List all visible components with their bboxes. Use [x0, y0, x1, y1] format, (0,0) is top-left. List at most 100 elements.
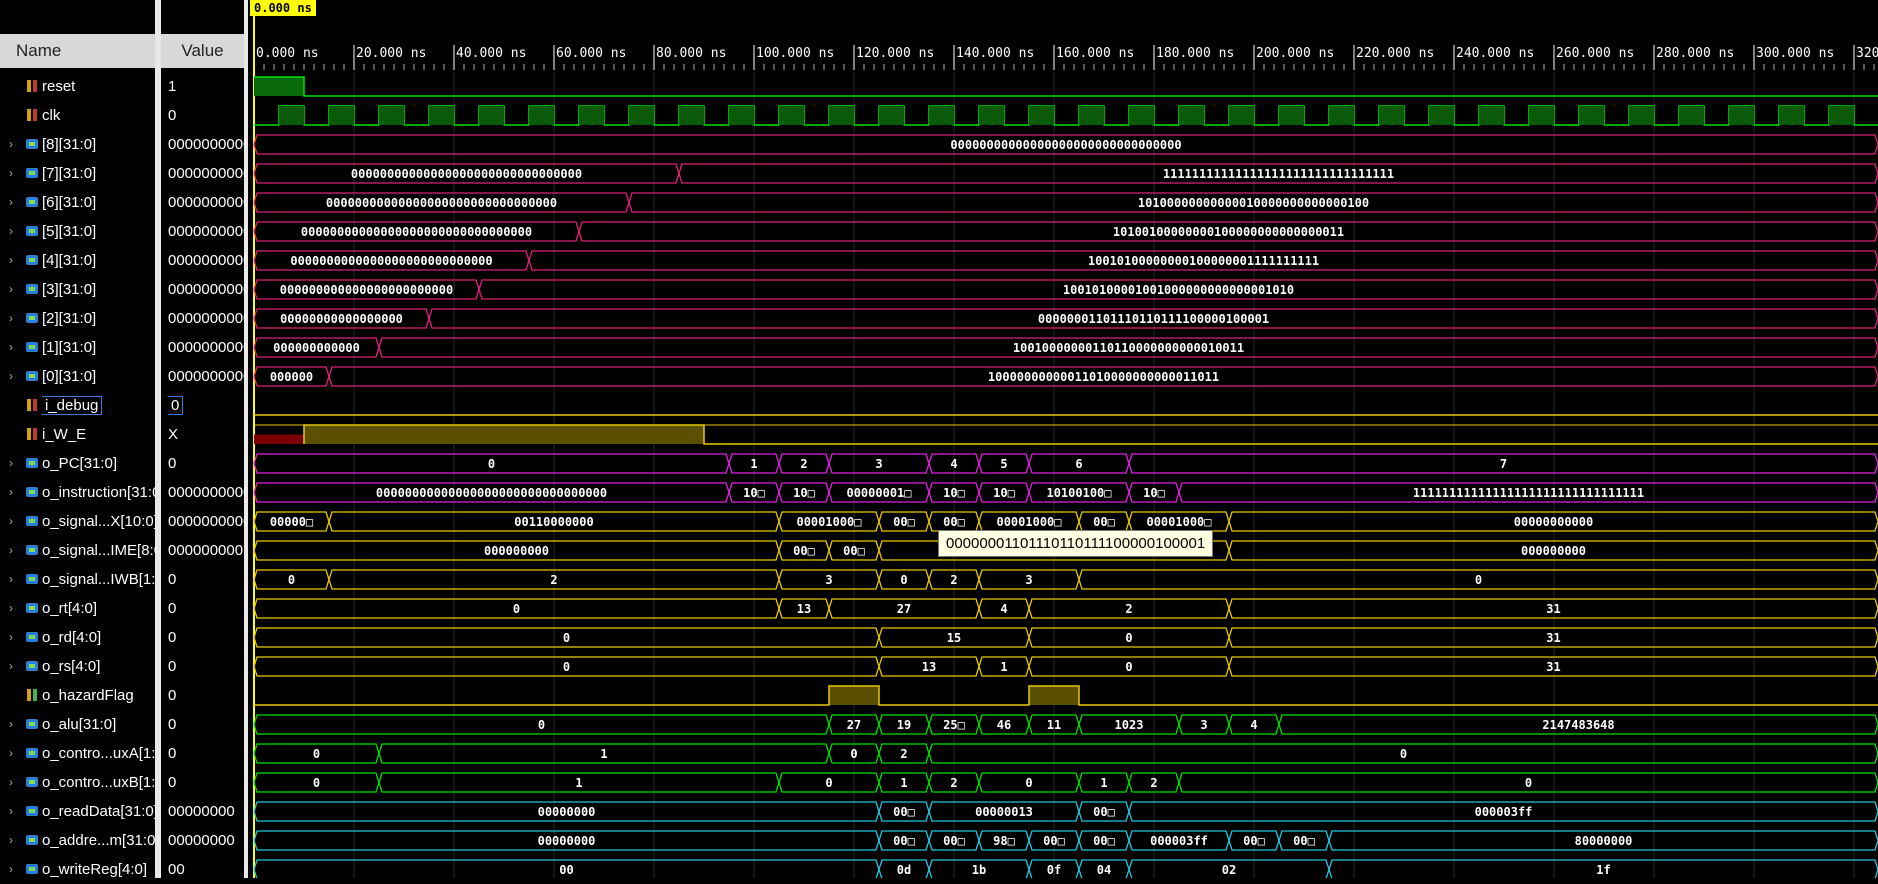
signal-row[interactable]: › o_PC[31:0] 0: [0, 449, 248, 478]
expand-chevron-icon[interactable]: ›: [9, 275, 21, 304]
waveform[interactable]: [254, 424, 1878, 445]
bus-icon: [26, 661, 38, 671]
signal-row[interactable]: i_debug 0: [0, 391, 248, 420]
bus-value-label: 000000000: [484, 544, 549, 558]
tick-label: 120.000 ns: [856, 46, 934, 61]
expand-chevron-icon[interactable]: ›: [9, 797, 21, 826]
expand-chevron-icon[interactable]: ›: [9, 449, 21, 478]
signal-row[interactable]: › [5][31:0] 0000000000: [0, 217, 248, 246]
signal-row[interactable]: › [4][31:0] 0000000000: [0, 246, 248, 275]
waveform[interactable]: [254, 105, 1878, 126]
signal-row[interactable]: › [3][31:0] 0000000000: [0, 275, 248, 304]
waveform[interactable]: 00000000 00□ 00□ 98□ 00□ 00□ 000003ff 00□ 00□ 800…: [253, 830, 1878, 851]
bus-value-label: 00000000000000000000000000000000: [326, 196, 557, 210]
signal-row[interactable]: › [1][31:0] 0000000000: [0, 333, 248, 362]
bus-icon: [26, 371, 38, 381]
expand-chevron-icon[interactable]: ›: [9, 710, 21, 739]
signal-row[interactable]: › [2][31:0] 0000000000: [0, 304, 248, 333]
name-column-header[interactable]: Name: [0, 34, 158, 68]
waveform[interactable]: 0 1 0 2 0: [253, 743, 1878, 764]
expand-chevron-icon[interactable]: ›: [9, 333, 21, 362]
expand-chevron-icon[interactable]: ›: [9, 130, 21, 159]
waveform[interactable]: 0000000000000000000000000000 100101000000…: [253, 250, 1878, 271]
bus-value-label: 4: [950, 457, 957, 471]
signal-row[interactable]: › [7][31:0] 0000000000: [0, 159, 248, 188]
waveform[interactable]: [254, 685, 1878, 706]
waveform[interactable]: [254, 76, 1878, 97]
waveform[interactable]: 00000□ 00110000000 00001000□ 00□ 00□ 00001000…: [253, 511, 1878, 532]
bus-value-label: 15: [947, 631, 961, 645]
waveform[interactable]: 0 1 0 1 2 0 1 2 0: [253, 772, 1878, 793]
signal-row[interactable]: › o_addre...m[31:0] 00000000: [0, 826, 248, 855]
signal-row[interactable]: › o_signal...IWB[1:0 0: [0, 565, 248, 594]
expand-chevron-icon[interactable]: ›: [9, 478, 21, 507]
signal-row[interactable]: › o_rt[4:0] 0: [0, 594, 248, 623]
bus-value-label: 0: [313, 747, 320, 761]
signal-value: 0: [168, 571, 177, 588]
waveform[interactable]: 000000000000 1001000000011011000000000001…: [253, 337, 1878, 358]
bus-value-label: 00□: [943, 515, 965, 529]
waveform[interactable]: 00000000000000000000000000000000 11111111…: [253, 163, 1878, 184]
signal-row[interactable]: › o_instruction[31:0 0000000000: [0, 478, 248, 507]
expand-chevron-icon[interactable]: ›: [9, 826, 21, 855]
signal-name: clk: [42, 107, 61, 124]
waveform[interactable]: 00000000000000000 00000001101110110111100…: [253, 308, 1878, 329]
waveform[interactable]: 00000000000000000000000000000000 10100000…: [253, 192, 1878, 213]
signal-row[interactable]: › o_rd[4:0] 0: [0, 623, 248, 652]
signal-row[interactable]: › o_signal...X[10:0] 0000000000: [0, 507, 248, 536]
signal-row[interactable]: o_hazardFlag 0: [0, 681, 248, 710]
value-column-header[interactable]: Value: [158, 34, 248, 68]
waveform[interactable]: 000000000000000000000000 1001010000100100…: [253, 279, 1878, 300]
signal-value: 0000000000: [168, 223, 246, 240]
signal-row[interactable]: i_W_E X: [0, 420, 248, 449]
expand-chevron-icon[interactable]: ›: [9, 188, 21, 217]
waveform[interactable]: 0 27 19 25□ 46 11 1023 3 4 2147483648: [253, 714, 1878, 735]
signal-row[interactable]: › o_writeReg[4:0] 00: [0, 855, 248, 884]
signal-value: 0: [168, 687, 177, 704]
waveform[interactable]: 0 1 2 3 4 5 6 7: [253, 453, 1878, 474]
signal-row[interactable]: › [6][31:0] 0000000000: [0, 188, 248, 217]
waveform-canvas[interactable]: 0.000 ns 20.000 ns 40.000 ns 60.000 ns 80.00…: [248, 0, 1878, 878]
expand-chevron-icon[interactable]: ›: [9, 536, 21, 565]
waveform[interactable]: 000000 10000000000011010000000000011011: [253, 366, 1878, 387]
expand-chevron-icon[interactable]: ›: [9, 362, 21, 391]
waveform[interactable]: 00000000000000000000000000000000 10□ 10□ 00…: [253, 482, 1878, 503]
signal-row[interactable]: › [8][31:0] 0000000000: [0, 130, 248, 159]
expand-chevron-icon[interactable]: ›: [9, 159, 21, 188]
bus-value-label: 00000000000000000: [280, 312, 403, 326]
signal-row[interactable]: › o_contro...uxB[1:0 0: [0, 768, 248, 797]
signal-value: 0000000000: [168, 513, 246, 530]
signal-row[interactable]: reset 1: [0, 72, 248, 101]
signal-row[interactable]: › o_rs[4:0] 0: [0, 652, 248, 681]
signal-row[interactable]: › o_contro...uxA[1:0 0: [0, 739, 248, 768]
signal-row[interactable]: › o_signal...IME[8:0 000000000: [0, 536, 248, 565]
expand-chevron-icon[interactable]: ›: [9, 855, 21, 884]
signal-row[interactable]: › o_readData[31:0] 00000000: [0, 797, 248, 826]
bus-value-label: 25□: [943, 718, 965, 732]
waveform[interactable]: 0 2 3 0 2 3 0: [253, 569, 1878, 590]
waveform[interactable]: 0 13 27 4 2 31: [253, 598, 1878, 619]
waveform[interactable]: 0 15 0 31: [253, 627, 1878, 648]
expand-chevron-icon[interactable]: ›: [9, 594, 21, 623]
bus-value-label: 0: [538, 718, 545, 732]
waveform[interactable]: 00000000 00□ 00000013 00□ 000003ff: [253, 801, 1878, 822]
expand-chevron-icon[interactable]: ›: [9, 623, 21, 652]
signal-row[interactable]: clk 0: [0, 101, 248, 130]
time-ruler[interactable]: 0.000 ns 20.000 ns 40.000 ns 60.000 ns 80.00…: [253, 45, 1878, 70]
signal-row[interactable]: › o_alu[31:0] 0: [0, 710, 248, 739]
expand-chevron-icon[interactable]: ›: [9, 246, 21, 275]
waveform[interactable]: 00000000000000000000000000000000: [253, 134, 1878, 155]
waveform[interactable]: 0 13 1 0 31: [253, 656, 1878, 677]
expand-chevron-icon[interactable]: ›: [9, 507, 21, 536]
signal-row[interactable]: › [0][31:0] 0000000000: [0, 362, 248, 391]
waveform[interactable]: 00 0d 1b 0f 04 02 1f: [253, 859, 1878, 878]
waveform[interactable]: 00000000000000000000000000000000 10100100…: [253, 221, 1878, 242]
expand-chevron-icon[interactable]: ›: [9, 652, 21, 681]
expand-chevron-icon[interactable]: ›: [9, 768, 21, 797]
clock-high-fill: [1379, 106, 1404, 125]
expand-chevron-icon[interactable]: ›: [9, 565, 21, 594]
expand-chevron-icon[interactable]: ›: [9, 739, 21, 768]
expand-chevron-icon[interactable]: ›: [9, 304, 21, 333]
bus-value-label: 00□: [893, 515, 915, 529]
expand-chevron-icon[interactable]: ›: [9, 217, 21, 246]
